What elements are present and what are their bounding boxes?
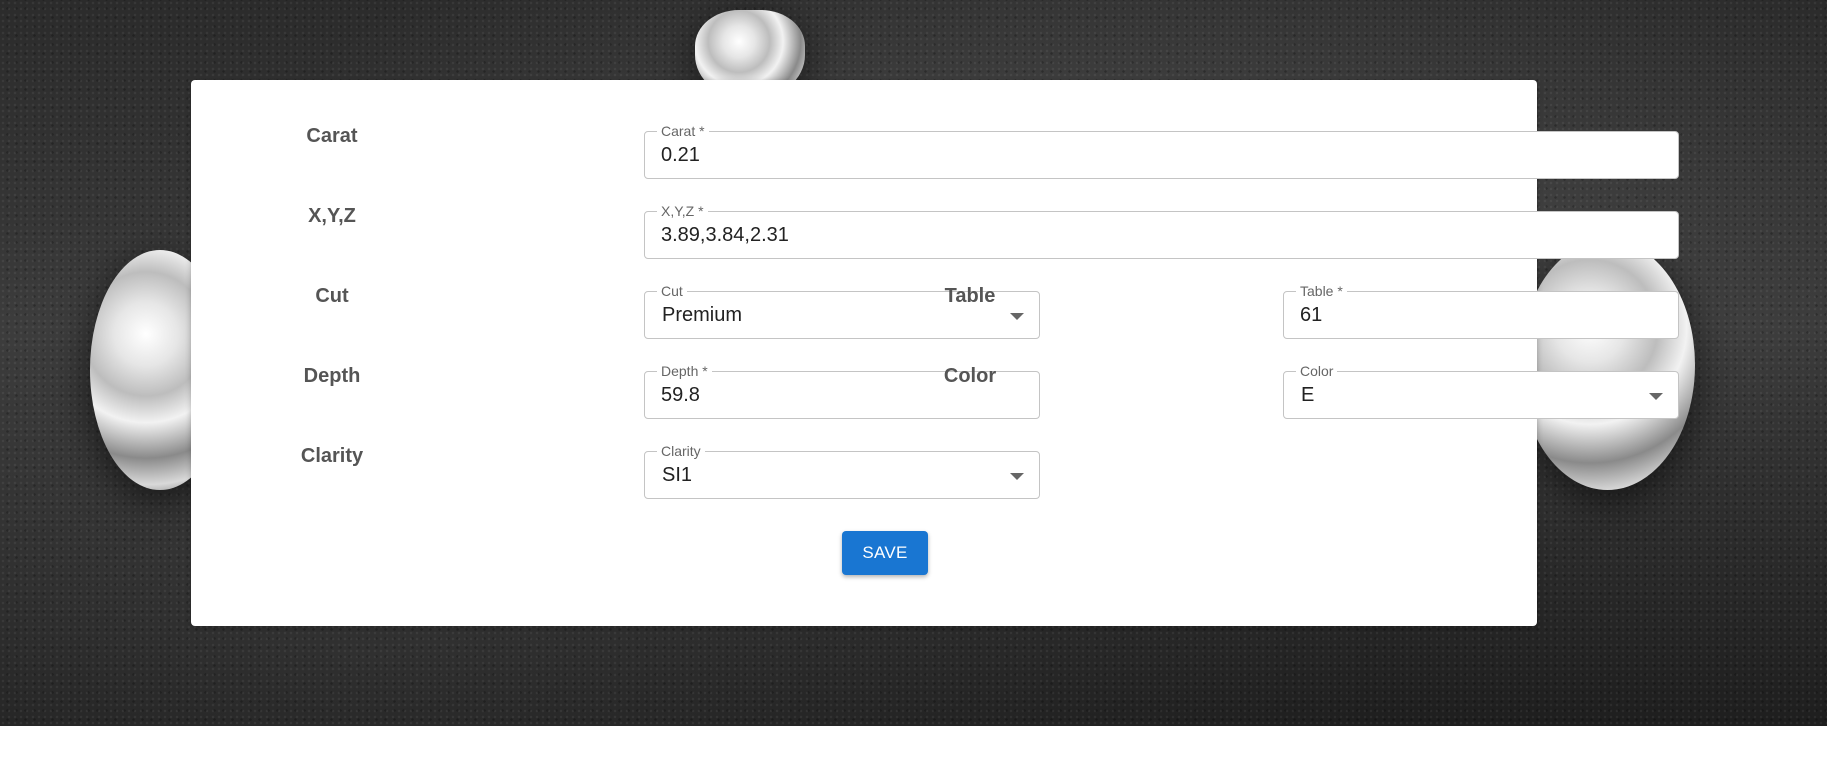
caret-down-icon xyxy=(1010,313,1024,320)
diamond-form-card: Carat Carat * X,Y,Z X,Y,Z * Cut Cut Prem… xyxy=(191,80,1679,626)
carat-row-label: Carat xyxy=(306,125,358,147)
color-select-legend: Color xyxy=(1296,363,1338,379)
carat-input[interactable] xyxy=(661,143,1662,167)
carat-field-legend: Carat * xyxy=(657,123,709,139)
clarity-select[interactable]: Clarity SI1 xyxy=(644,443,1040,499)
clarity-row-label: Clarity xyxy=(300,445,364,467)
table-field[interactable]: Table * xyxy=(1283,283,1679,339)
diamond-image-right xyxy=(1520,240,1695,490)
cut-row-label: Cut xyxy=(315,285,349,307)
xyz-input[interactable] xyxy=(661,223,1662,247)
depth-field-legend: Depth * xyxy=(657,363,712,379)
xyz-field-legend: X,Y,Z * xyxy=(657,203,708,219)
xyz-field[interactable]: X,Y,Z * xyxy=(644,203,1679,259)
depth-row-label: Depth xyxy=(303,365,361,387)
color-select[interactable]: Color E xyxy=(1283,363,1679,419)
table-input[interactable] xyxy=(1300,303,1662,327)
save-button[interactable]: SAVE xyxy=(842,531,928,575)
color-select-value: E xyxy=(1301,384,1315,406)
carat-field[interactable]: Carat * xyxy=(644,123,1679,179)
caret-down-icon xyxy=(1010,473,1024,480)
caret-down-icon xyxy=(1649,393,1663,400)
xyz-row-label: X,Y,Z xyxy=(308,205,356,227)
cut-select-value: Premium xyxy=(662,304,743,326)
table-field-legend: Table * xyxy=(1296,283,1347,299)
clarity-select-value: SI1 xyxy=(662,464,693,486)
clarity-select-legend: Clarity xyxy=(657,443,705,459)
cut-select-legend: Cut xyxy=(657,283,687,299)
table-row-label: Table xyxy=(944,285,996,307)
color-row-label: Color xyxy=(943,365,997,387)
